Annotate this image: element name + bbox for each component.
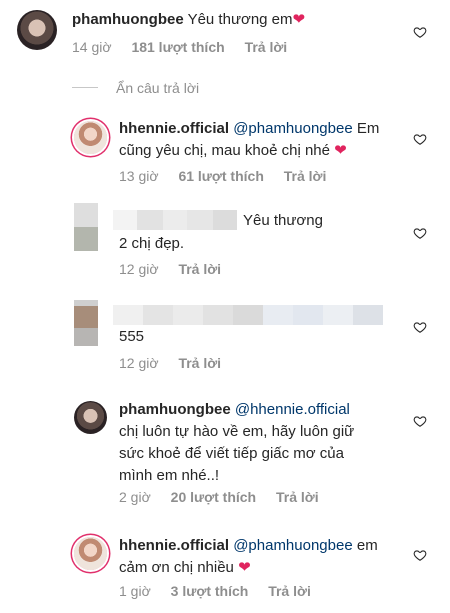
avatar[interactable] bbox=[74, 300, 98, 346]
reply-text-line2: 2 chị đẹp. bbox=[119, 233, 184, 255]
blurred-username bbox=[113, 210, 237, 230]
reply-button[interactable]: Trả lời bbox=[245, 39, 288, 55]
replies-divider bbox=[72, 87, 98, 88]
heart-outline-icon[interactable] bbox=[413, 132, 427, 146]
reply-text-line1: phamhuongbee @hhennie.official bbox=[119, 399, 350, 421]
reply-text-line4: mình em nhé..! bbox=[119, 465, 219, 487]
reply-body: 555 bbox=[119, 328, 145, 345]
timestamp: 2 giờ bbox=[119, 489, 151, 505]
username[interactable]: hhennie.official bbox=[119, 537, 229, 554]
reply-body: cảm ơn chị nhiều bbox=[119, 559, 234, 576]
avatar[interactable] bbox=[74, 537, 107, 570]
timestamp: 1 giờ bbox=[119, 583, 151, 599]
red-heart-emoji: ❤ bbox=[238, 559, 251, 576]
reply-meta: 12 giờ Trả lời bbox=[119, 260, 221, 278]
mention-link[interactable]: @hhennie.official bbox=[235, 401, 350, 418]
heart-outline-icon[interactable] bbox=[413, 414, 427, 428]
avatar[interactable] bbox=[17, 10, 57, 50]
reply-meta: 1 giờ 3 lượt thích Trả lời bbox=[119, 582, 311, 600]
avatar-pixel bbox=[74, 306, 98, 328]
avatar[interactable] bbox=[74, 121, 107, 154]
reply-button[interactable]: Trả lời bbox=[284, 168, 327, 184]
blurred-username bbox=[113, 305, 383, 325]
reply-body: mình em nhé..! bbox=[119, 467, 220, 484]
reply-text-line2: chị luôn tự hào về em, hãy luôn giữ bbox=[119, 421, 354, 443]
reply-body: 2 chị đẹp. bbox=[119, 235, 185, 252]
reply-meta: 12 giờ Trả lời bbox=[119, 354, 221, 372]
heart-outline-icon[interactable] bbox=[413, 25, 427, 39]
reply-body: em bbox=[356, 537, 378, 554]
reply-text-line1: Yêu thương bbox=[243, 210, 323, 232]
reply-button[interactable]: Trả lời bbox=[178, 355, 221, 371]
comment-body: Yêu thương em bbox=[187, 11, 293, 28]
comment-meta: 14 giờ 181 lượt thích Trả lời bbox=[72, 38, 287, 56]
reply-body: Em bbox=[356, 120, 380, 137]
likes-count[interactable]: 61 lượt thích bbox=[178, 168, 263, 184]
red-heart-emoji: ❤ bbox=[292, 11, 306, 28]
reply-body: cũng yêu chị, mau khoẻ chị nhé bbox=[119, 142, 330, 159]
heart-outline-icon[interactable] bbox=[413, 226, 427, 240]
avatar[interactable] bbox=[74, 401, 107, 434]
red-heart-emoji: ❤ bbox=[334, 142, 347, 159]
mention-link[interactable]: @phamhuongbee bbox=[233, 537, 353, 554]
reply-text-line2: 555 bbox=[119, 326, 144, 348]
likes-count[interactable]: 181 lượt thích bbox=[131, 39, 224, 55]
timestamp: 12 giờ bbox=[119, 261, 159, 277]
reply-button[interactable]: Trả lời bbox=[268, 583, 311, 599]
reply-text-line3: sức khoẻ để viết tiếp giấc mơ của bbox=[119, 443, 344, 465]
likes-count[interactable]: 20 lượt thích bbox=[171, 489, 256, 505]
reply-button[interactable]: Trả lời bbox=[178, 261, 221, 277]
reply-text-line1: hhennie.official @phamhuongbee Em bbox=[119, 118, 379, 140]
reply-meta: 13 giờ 61 lượt thích Trả lời bbox=[119, 167, 326, 185]
avatar-pixel bbox=[74, 203, 98, 227]
avatar-pixel bbox=[74, 227, 98, 251]
reply-body: chị luôn tự hào về em, hãy luôn giữ bbox=[119, 423, 355, 440]
reply-button[interactable]: Trả lời bbox=[276, 489, 319, 505]
timestamp: 13 giờ bbox=[119, 168, 159, 184]
reply-meta: 2 giờ 20 lượt thích Trả lời bbox=[119, 488, 319, 506]
timestamp: 12 giờ bbox=[119, 355, 159, 371]
comment-text: phamhuongbee Yêu thương em❤ bbox=[72, 9, 305, 31]
avatar[interactable] bbox=[74, 203, 98, 251]
reply-text-line2: cũng yêu chị, mau khoẻ chị nhé ❤ bbox=[119, 140, 347, 162]
heart-outline-icon[interactable] bbox=[413, 320, 427, 334]
username[interactable]: hhennie.official bbox=[119, 120, 229, 137]
reply-text-line1: hhennie.official @phamhuongbee em bbox=[119, 535, 378, 557]
mention-link[interactable]: @phamhuongbee bbox=[233, 120, 353, 137]
hide-replies-button[interactable]: Ẩn câu trả lời bbox=[116, 79, 199, 97]
reply-body: Yêu thương bbox=[243, 212, 323, 229]
avatar-pixel bbox=[74, 328, 98, 346]
reply-body: sức khoẻ để viết tiếp giấc mơ của bbox=[119, 445, 344, 462]
likes-count[interactable]: 3 lượt thích bbox=[171, 583, 249, 599]
username[interactable]: phamhuongbee bbox=[72, 11, 184, 28]
timestamp: 14 giờ bbox=[72, 39, 112, 55]
username[interactable]: phamhuongbee bbox=[119, 401, 231, 418]
heart-outline-icon[interactable] bbox=[413, 548, 427, 562]
reply-text-line2: cảm ơn chị nhiều ❤ bbox=[119, 557, 251, 579]
